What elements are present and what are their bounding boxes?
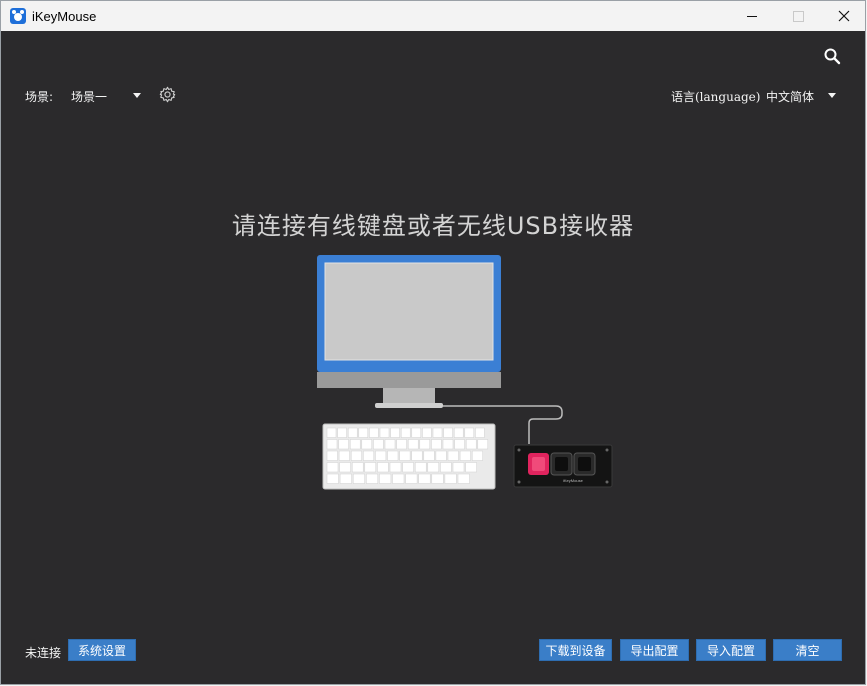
- monitor-neck: [383, 388, 435, 403]
- language-label: 语言(language): [671, 90, 761, 104]
- chevron-down-icon[interactable]: [133, 93, 141, 98]
- clear-button[interactable]: 清空: [773, 639, 842, 661]
- monitor-screen: [324, 262, 494, 361]
- title-bar[interactable]: iKeyMouse: [1, 1, 865, 31]
- window-title: iKeyMouse: [32, 9, 97, 24]
- scene-label: 场景:: [25, 90, 54, 104]
- close-icon: [838, 10, 850, 22]
- monitor-chin: [317, 372, 501, 388]
- download-to-device-button[interactable]: 下载到设备: [539, 639, 612, 661]
- app-window: iKeyMouse 场景: 场景一 语言(language) 中文简体 请连接有…: [0, 0, 866, 685]
- search-icon[interactable]: [823, 47, 841, 65]
- connection-status: 未连接: [25, 646, 62, 660]
- system-settings-button[interactable]: 系统设置: [68, 639, 136, 661]
- monitor-base: [375, 403, 443, 408]
- connect-prompt: 请连接有线键盘或者无线USB接收器: [231, 212, 635, 240]
- close-button[interactable]: [821, 1, 867, 31]
- minimize-button[interactable]: [729, 1, 775, 31]
- import-config-button[interactable]: 导入配置: [696, 639, 766, 661]
- device-illustration: iKeyMouse: [317, 255, 613, 490]
- export-config-button[interactable]: 导出配置: [620, 639, 689, 661]
- minimize-icon: [747, 15, 757, 17]
- scene-select[interactable]: 场景一: [71, 88, 107, 105]
- gear-icon[interactable]: [159, 86, 176, 103]
- maximize-button[interactable]: [775, 1, 821, 31]
- maximize-icon: [792, 10, 804, 22]
- language-chevron-down-icon[interactable]: [828, 93, 836, 98]
- device-brand-label: iKeyMouse: [563, 478, 584, 483]
- language-select[interactable]: 中文简体: [766, 88, 814, 105]
- app-logo-icon: [10, 8, 26, 24]
